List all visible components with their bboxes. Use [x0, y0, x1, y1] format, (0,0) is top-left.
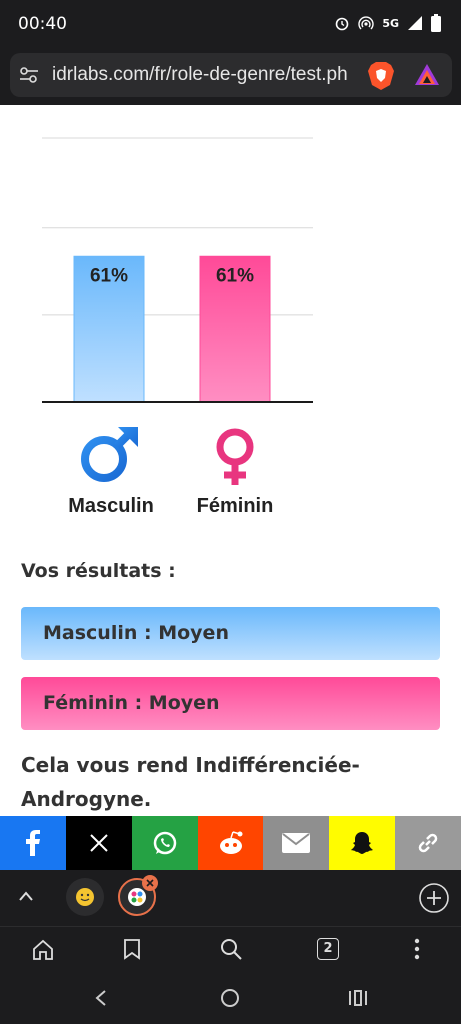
new-tab-plus-icon[interactable]: [418, 882, 450, 914]
idrlabs-favicon-icon: [128, 888, 146, 906]
tab-strip: [0, 870, 461, 926]
chart-bars: 61% 61%: [73, 255, 271, 403]
x-icon: [90, 834, 108, 852]
share-email-button[interactable]: [263, 816, 330, 870]
whatsapp-icon: [153, 831, 176, 855]
share-bar: [0, 816, 461, 870]
tab-count-button[interactable]: 2: [317, 938, 339, 960]
more-menu-icon[interactable]: [413, 938, 421, 960]
category-label-feminin: Féminin: [197, 495, 274, 517]
home-icon[interactable]: [32, 939, 54, 961]
gender-role-chart: 61% 61% Masculin Féminin: [42, 137, 313, 517]
recent-apps-icon[interactable]: [348, 989, 368, 1007]
signal-icon: [408, 16, 422, 30]
reddit-icon: [219, 831, 242, 854]
bar-value-label: 61%: [216, 265, 254, 286]
hotspot-icon: [358, 16, 374, 30]
browser-top: 00:40 5G idrlabs.com/fr/role-de-genre/te…: [0, 0, 461, 105]
status-icons: 5G: [334, 14, 441, 32]
conclusion-text: Cela vous rend Indifférenciée-Androgyne.: [21, 753, 360, 811]
category-label-masculin: Masculin: [68, 495, 154, 517]
brave-shields-icon[interactable]: [367, 61, 395, 91]
battery-icon: [431, 14, 441, 32]
share-facebook-button[interactable]: [0, 816, 66, 870]
alarm-icon: [336, 17, 349, 31]
bookmark-icon[interactable]: [123, 938, 141, 960]
share-snapchat-button[interactable]: [329, 816, 396, 870]
result-feminin-bar: Féminin : Moyen: [21, 677, 440, 730]
facebook-icon: [25, 830, 40, 856]
results-heading: Vos résultats :: [21, 560, 176, 582]
url-text[interactable]: idrlabs.com/fr/role-de-genre/test.ph: [52, 64, 366, 86]
site-settings-icon[interactable]: [18, 65, 40, 85]
share-whatsapp-button[interactable]: [131, 816, 198, 870]
close-tab-button[interactable]: [142, 875, 158, 891]
search-icon[interactable]: [219, 937, 243, 961]
status-time: 00:40: [18, 14, 67, 34]
female-symbol-icon: [216, 428, 254, 485]
screen: 00:40 5G idrlabs.com/fr/role-de-genre/te…: [0, 0, 461, 1024]
link-icon: [418, 833, 438, 853]
url-bar[interactable]: idrlabs.com/fr/role-de-genre/test.ph: [10, 53, 452, 97]
brave-rewards-icon[interactable]: [414, 63, 440, 87]
share-reddit-button[interactable]: [197, 816, 264, 870]
male-symbol-icon: [81, 427, 138, 482]
result-masculin-bar: Masculin : Moyen: [21, 607, 440, 660]
back-icon[interactable]: [94, 989, 108, 1007]
emoji-favicon-icon: [76, 888, 94, 906]
email-icon: [282, 833, 311, 853]
system-navigation-bar: [0, 974, 461, 1024]
network-label: 5G: [382, 16, 399, 30]
tab-thumbnail-1[interactable]: [66, 878, 104, 916]
close-icon: [146, 879, 154, 887]
bar-value-label: 61%: [90, 265, 128, 286]
home-circle-icon[interactable]: [220, 988, 240, 1008]
collapse-tabs-chevron-icon[interactable]: [18, 890, 34, 902]
share-x-button[interactable]: [65, 816, 132, 870]
snapchat-icon: [351, 832, 374, 854]
browser-toolbar: 2: [0, 926, 461, 974]
share-link-button[interactable]: [395, 816, 461, 870]
